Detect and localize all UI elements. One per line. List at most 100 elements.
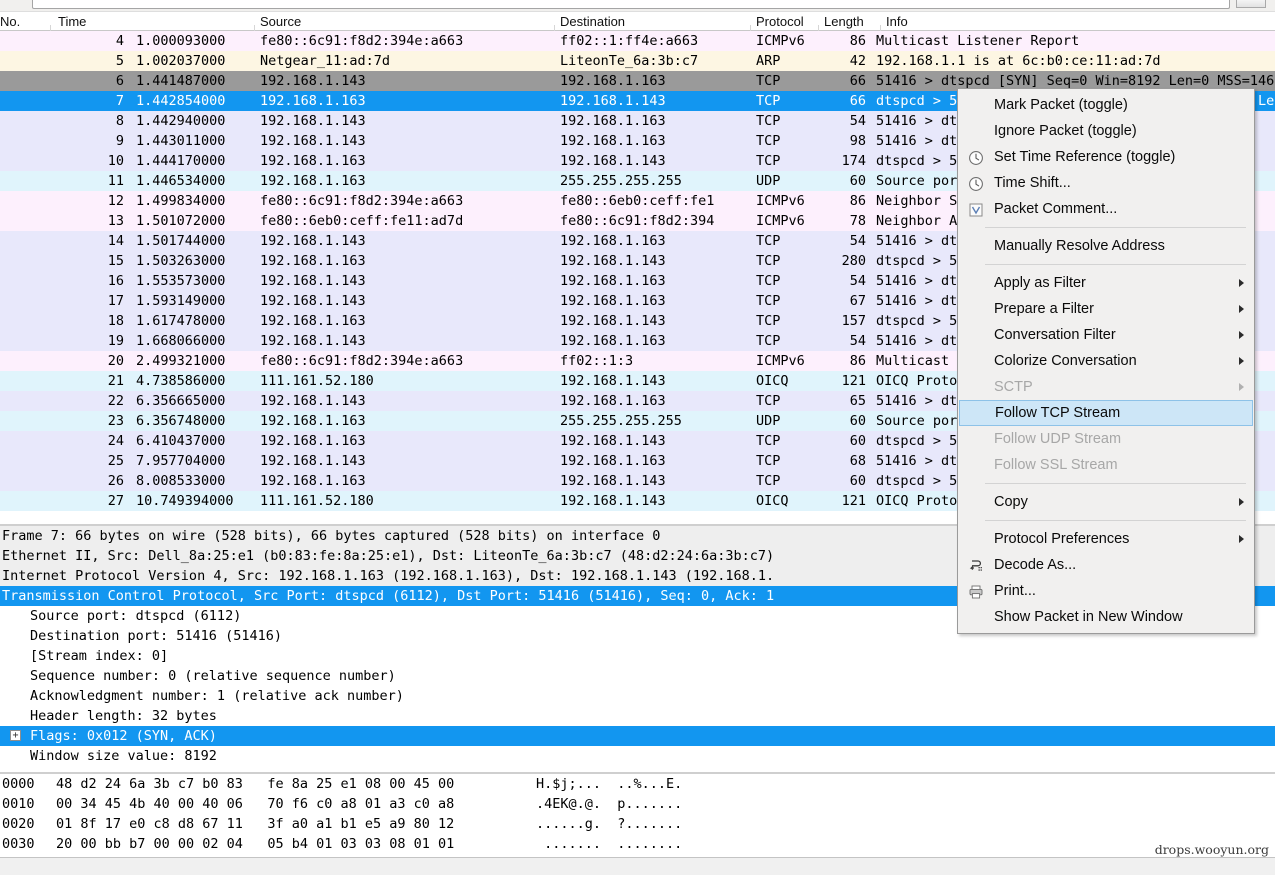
- detail-text: Frame 7: 66 bytes on wire (528 bits), 66…: [2, 528, 660, 544]
- menu-item-copy[interactable]: Copy: [958, 489, 1254, 515]
- packet-length: 65: [810, 391, 870, 411]
- packet-source: 192.168.1.163: [260, 251, 556, 271]
- packet-time: 8.008533000: [136, 471, 256, 491]
- menu-item-mark-packet-toggle[interactable]: Mark Packet (toggle): [958, 92, 1254, 118]
- menu-item-time-shift[interactable]: Time Shift...: [958, 170, 1254, 196]
- column-header-source[interactable]: Source: [260, 14, 370, 29]
- column-header-time[interactable]: Time: [58, 14, 130, 29]
- menu-item-label: Time Shift...: [994, 175, 1071, 191]
- detail-text: Sequence number: 0 (relative sequence nu…: [30, 668, 396, 684]
- packet-bytes-pane[interactable]: 000048 d2 24 6a 3b c7 b0 83 fe 8a 25 e1 …: [0, 772, 1275, 857]
- packet-number: 25: [0, 451, 130, 471]
- display-filter-input[interactable]: [32, 0, 1230, 9]
- column-header-length[interactable]: Length: [824, 14, 880, 29]
- menu-separator: [966, 227, 1246, 228]
- menu-item-decode-as[interactable]: Decode As...: [958, 552, 1254, 578]
- packet-number: 27: [0, 491, 130, 511]
- packet-length: 66: [810, 71, 870, 91]
- column-header-protocol[interactable]: Protocol: [756, 14, 826, 29]
- hexdump-ascii: .4EK@.@. p.......: [536, 794, 682, 814]
- packet-source: 192.168.1.143: [260, 71, 556, 91]
- menu-item-manually-resolve-address[interactable]: Manually Resolve Address: [958, 233, 1254, 259]
- detail-row[interactable]: Window size value: 8192: [0, 746, 1275, 766]
- display-filter-clear-button[interactable]: [1236, 0, 1266, 8]
- menu-item-packet-comment[interactable]: Packet Comment...: [958, 196, 1254, 222]
- packet-destination: 192.168.1.163: [560, 331, 752, 351]
- packet-time: 1.443011000: [136, 131, 256, 151]
- packet-destination: ff02::1:ff4e:a663: [560, 31, 752, 51]
- detail-row[interactable]: Header length: 32 bytes: [0, 706, 1275, 726]
- packet-source: 192.168.1.163: [260, 91, 556, 111]
- packet-info: 192.168.1.1 is at 6c:b0:ce:11:ad:7d: [876, 51, 1275, 71]
- packet-time: 1.503263000: [136, 251, 256, 271]
- menu-item-protocol-preferences[interactable]: Protocol Preferences: [958, 526, 1254, 552]
- packet-number: 12: [0, 191, 130, 211]
- packet-time: 1.444170000: [136, 151, 256, 171]
- column-header-no[interactable]: No.: [0, 14, 34, 29]
- packet-length: 60: [810, 411, 870, 431]
- packet-source: 192.168.1.163: [260, 411, 556, 431]
- menu-item-label: Follow TCP Stream: [995, 405, 1120, 421]
- packet-length: 121: [810, 371, 870, 391]
- detail-row[interactable]: +Flags: 0x012 (SYN, ACK): [0, 726, 1275, 746]
- hexdump-offset: 0020: [2, 814, 56, 834]
- menu-item-label: SCTP: [994, 379, 1033, 395]
- detail-row[interactable]: Sequence number: 0 (relative sequence nu…: [0, 666, 1275, 686]
- hexdump-row[interactable]: 002001 8f 17 e0 c8 d8 67 11 3f a0 a1 b1 …: [0, 814, 1275, 834]
- submenu-arrow-icon: [1239, 331, 1244, 339]
- hexdump-row[interactable]: 001000 34 45 4b 40 00 40 06 70 f6 c0 a8 …: [0, 794, 1275, 814]
- detail-row[interactable]: [Stream index: 0]: [0, 646, 1275, 666]
- packet-row[interactable]: 41.000093000fe80::6c91:f8d2:394e:a663ff0…: [0, 31, 1275, 51]
- menu-item-label: Mark Packet (toggle): [994, 97, 1128, 113]
- packet-number: 26: [0, 471, 130, 491]
- packet-length: 157: [810, 311, 870, 331]
- packet-length: 60: [810, 171, 870, 191]
- menu-item-label: Prepare a Filter: [994, 301, 1094, 317]
- packet-time: 1.002037000: [136, 51, 256, 71]
- packet-source: fe80::6eb0:ceff:fe11:ad7d: [260, 211, 556, 231]
- menu-item-label: Ignore Packet (toggle): [994, 123, 1137, 139]
- detail-text: Source port: dtspcd (6112): [30, 608, 241, 624]
- menu-item-colorize-conversation[interactable]: Colorize Conversation: [958, 348, 1254, 374]
- hexdump-row[interactable]: 000048 d2 24 6a 3b c7 b0 83 fe 8a 25 e1 …: [0, 774, 1275, 794]
- packet-destination: ff02::1:3: [560, 351, 752, 371]
- column-header-destination[interactable]: Destination: [560, 14, 670, 29]
- menu-item-show-packet-in-new-window[interactable]: Show Packet in New Window: [958, 604, 1254, 630]
- packet-length: 54: [810, 111, 870, 131]
- packet-number: 16: [0, 271, 130, 291]
- menu-item-apply-as-filter[interactable]: Apply as Filter: [958, 270, 1254, 296]
- packet-context-menu[interactable]: Mark Packet (toggle) Ignore Packet (toggl…: [957, 88, 1255, 634]
- detail-text: Ethernet II, Src: Dell_8a:25:e1 (b0:83:f…: [2, 548, 774, 564]
- packet-length: 54: [810, 231, 870, 251]
- menu-item-label: Packet Comment...: [994, 201, 1117, 217]
- column-header-info[interactable]: Info: [886, 14, 946, 29]
- expand-tree-icon[interactable]: +: [10, 730, 21, 741]
- packet-destination: 192.168.1.163: [560, 271, 752, 291]
- menu-item-print[interactable]: Print...: [958, 578, 1254, 604]
- status-bar: drops.wooyun.org: [0, 857, 1275, 875]
- packet-row[interactable]: 51.002037000Netgear_11:ad:7dLiteonTe_6a:…: [0, 51, 1275, 71]
- menu-item-conversation-filter[interactable]: Conversation Filter: [958, 322, 1254, 348]
- hexdump-row[interactable]: 003020 00 bb b7 00 00 02 04 05 b4 01 03 …: [0, 834, 1275, 854]
- packet-length: 98: [810, 131, 870, 151]
- packet-destination: 192.168.1.163: [560, 111, 752, 131]
- packet-destination: 192.168.1.163: [560, 71, 752, 91]
- menu-item-set-time-reference-toggle[interactable]: Set Time Reference (toggle): [958, 144, 1254, 170]
- menu-separator: [966, 264, 1246, 265]
- menu-item-label: Show Packet in New Window: [994, 609, 1183, 625]
- packet-destination: 192.168.1.163: [560, 291, 752, 311]
- menu-item-sctp: SCTP: [958, 374, 1254, 400]
- packet-time: 1.593149000: [136, 291, 256, 311]
- menu-item-follow-tcp-stream[interactable]: Follow TCP Stream: [959, 400, 1253, 426]
- packet-time: 7.957704000: [136, 451, 256, 471]
- packet-time: 1.501744000: [136, 231, 256, 251]
- menu-item-label: Set Time Reference (toggle): [994, 149, 1175, 165]
- hexdump-offset: 0030: [2, 834, 56, 854]
- hexdump-offset: 0000: [2, 774, 56, 794]
- packet-destination: 192.168.1.143: [560, 151, 752, 171]
- menu-item-ignore-packet-toggle[interactable]: Ignore Packet (toggle): [958, 118, 1254, 144]
- detail-row[interactable]: Acknowledgment number: 1 (relative ack n…: [0, 686, 1275, 706]
- menu-item-prepare-a-filter[interactable]: Prepare a Filter: [958, 296, 1254, 322]
- packet-number: 9: [0, 131, 130, 151]
- packet-number: 13: [0, 211, 130, 231]
